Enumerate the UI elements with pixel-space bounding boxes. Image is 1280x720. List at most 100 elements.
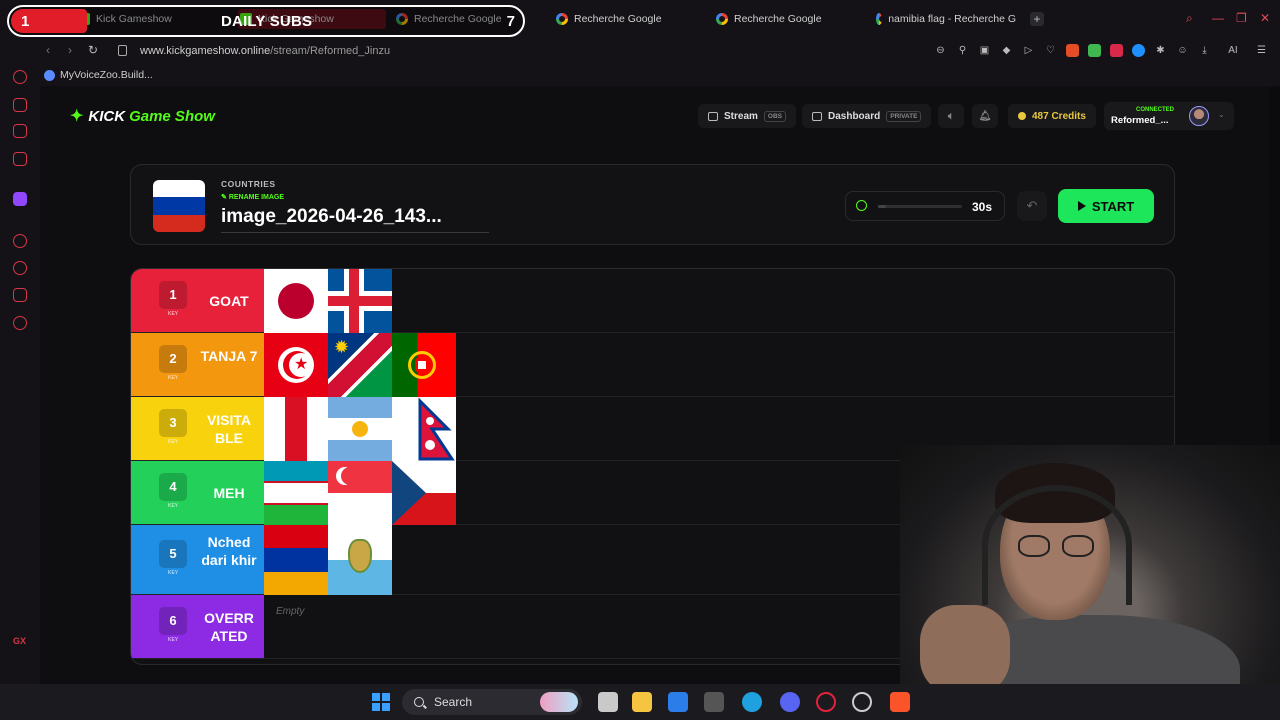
pin-icon[interactable]: ⚲ [956, 44, 969, 57]
timer-slider[interactable] [878, 205, 962, 208]
app-logo[interactable]: ✦ KICK Game Show [70, 106, 215, 126]
speaker-icon: 🔈︎ [948, 110, 954, 122]
user-menu[interactable]: CONNECTED Reformed_... ⌄ [1104, 102, 1234, 130]
rename-image-link[interactable]: ✎ RENAME IMAGE [221, 193, 284, 201]
credits-badge[interactable]: 487 Credits [1008, 104, 1096, 128]
reload-icon[interactable]: ↻ [88, 43, 98, 57]
dashboard-button[interactable]: Dashboard PRIVATE [802, 104, 932, 128]
extension-icon-4[interactable] [1132, 44, 1145, 57]
tier-name[interactable]: GOAT [197, 292, 261, 310]
tier-label[interactable]: 4 KEY MEH [131, 461, 264, 524]
tier-row[interactable]: 2 KEY TANJA 7 ★ ✹ [131, 333, 1174, 397]
flag-armenia[interactable] [264, 525, 328, 595]
opera-gx-icon[interactable] [816, 692, 836, 712]
sidebar-player-icon[interactable] [13, 234, 27, 248]
tier-label[interactable]: 3 KEY VISITA BLE [131, 397, 264, 460]
extension-icon-1[interactable] [1066, 44, 1079, 57]
app-icon[interactable] [704, 692, 724, 712]
menu-icon[interactable]: ☰ [1255, 44, 1268, 57]
sidebar-twitch-icon[interactable] [13, 192, 27, 206]
flag-san-marino[interactable] [328, 525, 392, 595]
flag-czechia[interactable] [392, 461, 456, 525]
minimize-icon[interactable]: — [1212, 11, 1224, 25]
ai-icon[interactable]: AI [1220, 44, 1246, 57]
subs-title: DAILY SUBS [221, 13, 313, 30]
bookmark-icon [44, 69, 55, 81]
tier-name[interactable]: TANJA 7 [197, 347, 261, 365]
flag-argentina[interactable] [328, 397, 392, 461]
flag-namibia[interactable]: ✹ [328, 333, 392, 397]
discord-icon[interactable] [780, 692, 800, 712]
edge-icon[interactable] [742, 692, 762, 712]
google-icon [876, 13, 886, 25]
flag-portugal[interactable] [392, 333, 456, 397]
address-input[interactable]: www.kickgameshow.online/stream/Reformed_… [140, 45, 390, 57]
task-view-icon[interactable] [598, 692, 618, 712]
extension-icon-2[interactable] [1088, 44, 1101, 57]
bookmark-myvoicezoo[interactable]: MyVoiceZoo.Build... [44, 69, 153, 81]
steam-icon[interactable] [852, 692, 872, 712]
new-tab-button[interactable]: + [1030, 12, 1044, 26]
extension-icon-3[interactable] [1110, 44, 1123, 57]
tier-key-caption: KEY [167, 311, 179, 317]
flag-uzbekistan[interactable] [264, 461, 328, 525]
sidebar-extensions-icon[interactable] [13, 288, 27, 302]
bell-icon: 🔔︎ [978, 110, 992, 122]
account-icon[interactable]: ☺ [1176, 44, 1189, 57]
sidebar-news-icon[interactable] [13, 124, 27, 138]
search-tabs-icon[interactable]: ⌕ [1186, 11, 1193, 26]
flag-iceland[interactable] [328, 269, 392, 333]
file-explorer-icon[interactable] [632, 692, 652, 712]
play-icon[interactable]: ▷ [1022, 44, 1035, 57]
widget-icon[interactable] [540, 692, 578, 712]
maximize-icon[interactable]: ❐ [1236, 11, 1247, 25]
snapshot-icon[interactable]: ▣ [978, 44, 991, 57]
heart-icon[interactable]: ♡ [1044, 44, 1057, 57]
flag-peru[interactable] [264, 397, 328, 461]
flag-japan[interactable] [264, 269, 328, 333]
tier-label[interactable]: 6 KEY OVERR ATED [131, 595, 264, 658]
notifications-button[interactable]: 🔔︎ [972, 104, 998, 128]
daily-subs-overlay: 1 DAILY SUBS 7 [7, 5, 525, 37]
windows-start-icon[interactable] [372, 693, 390, 711]
forward-icon[interactable]: › [68, 43, 72, 57]
volume-button[interactable]: 🔈︎ [938, 104, 964, 128]
tab-google-2[interactable]: Recherche Google [556, 9, 662, 29]
tier-row[interactable]: 1 KEY GOAT [131, 269, 1174, 333]
flag-singapore[interactable] [328, 461, 392, 525]
close-icon[interactable]: ✕ [1260, 11, 1270, 25]
tier-label[interactable]: 2 KEY TANJA 7 [131, 333, 264, 396]
brave-icon[interactable] [890, 692, 910, 712]
tab-namibia-flag[interactable]: namibia flag - Recherche G [876, 9, 1016, 29]
shield-icon[interactable]: ◆ [1000, 44, 1013, 57]
tier-name[interactable]: VISITA BLE [197, 411, 261, 447]
back-icon[interactable]: ‹ [46, 43, 50, 57]
flag-tunisia[interactable]: ★ [264, 333, 328, 397]
sidebar-history-icon[interactable] [13, 261, 27, 275]
subs-goal-value: 7 [506, 13, 515, 30]
download-icon[interactable]: ⤓ [1198, 44, 1211, 57]
sidebar-settings-icon[interactable] [13, 316, 27, 330]
timer-control: 30s [845, 191, 1005, 221]
screen: Kick Gameshow Kick Gameshow Recherche Go… [0, 0, 1280, 720]
store-icon[interactable] [668, 692, 688, 712]
sidebar-m-icon[interactable] [13, 152, 27, 166]
tab-google-3[interactable]: Recherche Google [716, 9, 822, 29]
tier-name[interactable]: Nched dari khir [197, 533, 261, 569]
tier-key-caption: KEY [167, 439, 179, 445]
puzzle-icon[interactable]: ✱ [1154, 44, 1167, 57]
start-button[interactable]: START [1058, 189, 1154, 223]
image-name-field[interactable]: image_2026-04-26_143... [221, 206, 489, 233]
tier-label[interactable]: 5 KEY Nched dari khir [131, 525, 264, 594]
stream-button[interactable]: Stream OBS [698, 104, 796, 128]
tier-name[interactable]: OVERR ATED [197, 609, 261, 645]
tier-name[interactable]: MEH [197, 484, 261, 502]
extension-toolbar: ⊖ ⚲ ▣ ◆ ▷ ♡ ✱ ☺ ⤓ AI ☰ [934, 44, 1268, 57]
tier-label[interactable]: 1 KEY GOAT [131, 269, 264, 332]
undo-icon: ↶ [1026, 198, 1038, 213]
zoom-icon[interactable]: ⊖ [934, 44, 947, 57]
flag-nepal[interactable] [392, 397, 456, 461]
undo-button[interactable]: ↶ [1017, 191, 1047, 221]
sidebar-opera-icon[interactable] [13, 70, 27, 84]
sidebar-bag-icon[interactable] [13, 98, 27, 112]
